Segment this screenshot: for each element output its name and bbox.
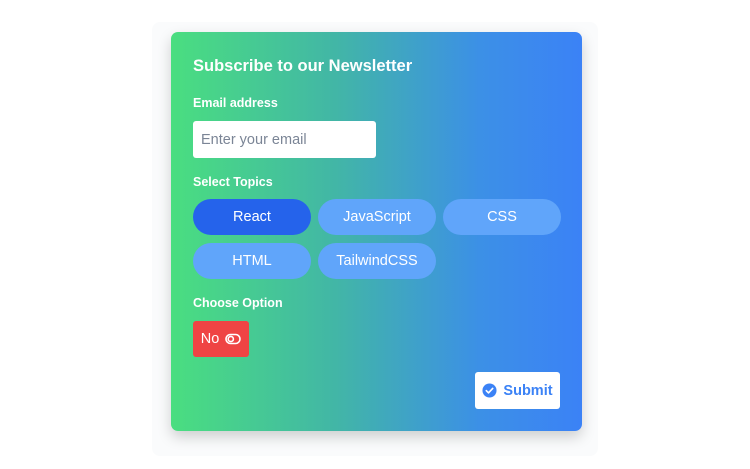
email-input[interactable] [193, 121, 376, 158]
page: Subscribe to our Newsletter Email addres… [0, 0, 750, 469]
check-circle-icon [482, 383, 497, 398]
topic-javascript-chip[interactable]: JavaScript [318, 199, 436, 235]
email-label: Email address [193, 96, 278, 110]
topics-label: Select Topics [193, 175, 273, 189]
submit-button[interactable]: Submit [475, 372, 560, 409]
submit-label: Submit [503, 382, 553, 399]
option-toggle-button[interactable]: No [193, 321, 249, 357]
topic-css-chip[interactable]: CSS [443, 199, 561, 235]
topic-html-chip[interactable]: HTML [193, 243, 311, 279]
topic-tailwindcss-chip[interactable]: TailwindCSS [318, 243, 436, 279]
topic-react-chip[interactable]: React [193, 199, 311, 235]
option-label: Choose Option [193, 296, 283, 310]
newsletter-card: Subscribe to our Newsletter Email addres… [171, 32, 582, 431]
form-title: Subscribe to our Newsletter [193, 57, 413, 75]
toggle-off-icon [225, 333, 242, 345]
toggle-label: No [200, 331, 220, 347]
